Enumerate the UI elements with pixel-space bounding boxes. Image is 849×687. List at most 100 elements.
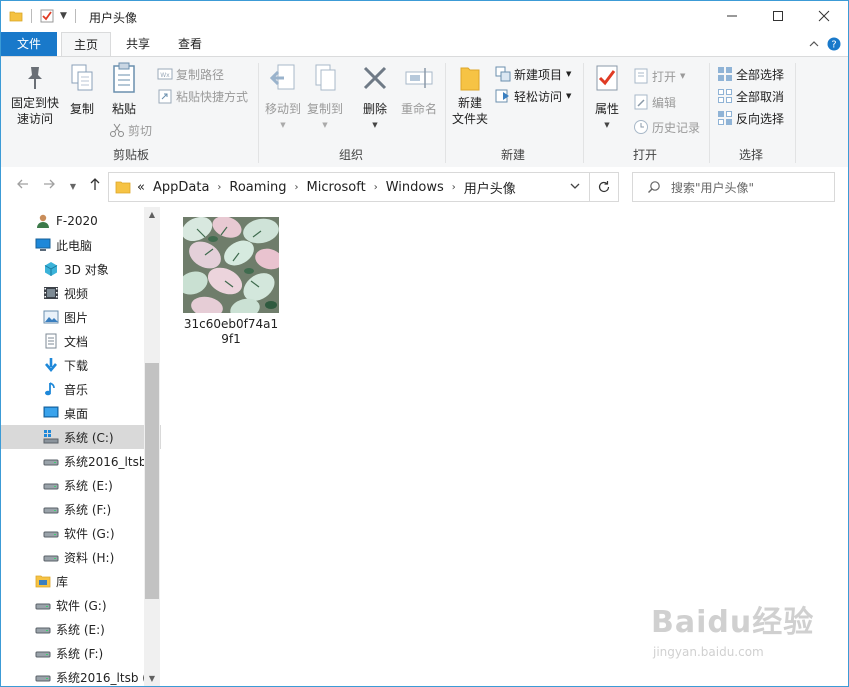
scroll-up-icon[interactable]: ▲ xyxy=(144,207,160,223)
nav-item[interactable]: 系统 (F:) xyxy=(1,497,161,521)
collapse-ribbon-icon[interactable] xyxy=(806,36,822,52)
minimize-button[interactable] xyxy=(709,1,755,31)
nav-item[interactable]: 系统 (F:) xyxy=(1,641,161,665)
select-all-icon xyxy=(717,66,733,82)
nav-item[interactable]: 此电脑 xyxy=(1,233,161,257)
copy-button[interactable]: 复制 xyxy=(65,61,99,117)
new-folder-button[interactable]: 新建 文件夹 xyxy=(449,61,491,127)
nav-item-label: 图片 xyxy=(64,310,89,325)
edit-button[interactable]: 编辑 xyxy=(633,92,676,112)
nav-item[interactable]: 系统 (C:) xyxy=(1,425,161,449)
drive-icon xyxy=(43,549,59,565)
recent-locations-button[interactable]: ▼ xyxy=(63,177,83,197)
tab-home[interactable]: 主页 xyxy=(61,32,111,57)
refresh-button[interactable] xyxy=(590,172,619,202)
drive-icon xyxy=(43,501,59,517)
properties-check-icon[interactable] xyxy=(40,9,54,23)
nav-item[interactable]: 图片 xyxy=(1,305,161,329)
nav-item[interactable]: 3D 对象 xyxy=(1,257,161,281)
qat-dropdown-icon[interactable]: ▼ xyxy=(60,11,67,21)
ribbon: 固定到快 速访问 复制 粘贴 Wx 复制路径 粘贴快捷方式 剪切 剪贴板 移动到… xyxy=(1,56,848,168)
open-button[interactable]: 打开 ▼ xyxy=(633,66,685,86)
svg-text:Wx: Wx xyxy=(160,72,170,79)
refresh-icon xyxy=(598,181,610,193)
breadcrumb-appdata[interactable]: AppData xyxy=(153,180,209,195)
nav-item[interactable]: 库 xyxy=(1,569,161,593)
copy-to-icon xyxy=(305,61,345,95)
paste-button[interactable]: 粘贴 xyxy=(105,61,143,117)
nav-item[interactable]: 文档 xyxy=(1,329,161,353)
nav-item-label: 系统 (C:) xyxy=(64,430,114,445)
tab-file[interactable]: 文件 xyxy=(1,32,57,56)
image-thumbnail[interactable] xyxy=(183,217,279,313)
breadcrumb-chevron-icon[interactable]: › xyxy=(452,182,456,193)
cut-button[interactable]: 剪切 xyxy=(109,120,152,140)
nav-item[interactable]: F-2020 xyxy=(1,209,161,233)
file-name: 31c60eb0f74a19f1 xyxy=(183,317,279,346)
select-none-button[interactable]: 全部取消 xyxy=(717,86,784,106)
up-button[interactable] xyxy=(85,177,105,197)
nav-item[interactable]: 视频 xyxy=(1,281,161,305)
tab-share[interactable]: 共享 xyxy=(113,32,163,56)
nav-item[interactable]: 系统2016_ltsb xyxy=(1,449,161,473)
svg-text:?: ? xyxy=(831,40,836,51)
nav-item[interactable]: 桌面 xyxy=(1,401,161,425)
nav-item[interactable]: 系统2016_ltsb (I xyxy=(1,665,161,686)
system-drive-icon xyxy=(43,429,59,445)
copy-to-button[interactable]: 复制到 ▼ xyxy=(305,61,345,133)
rename-button[interactable]: 重命名 xyxy=(397,61,441,117)
folder-icon[interactable] xyxy=(9,9,23,23)
history-label: 历史记录 xyxy=(652,120,701,135)
pin-quick-access-button[interactable]: 固定到快 速访问 xyxy=(7,61,63,127)
close-button[interactable] xyxy=(801,1,847,31)
breadcrumb-chevron-icon[interactable]: › xyxy=(295,182,299,193)
back-button[interactable] xyxy=(13,177,33,197)
search-box[interactable]: 搜索"用户头像" xyxy=(632,172,835,202)
copy-path-button[interactable]: Wx 复制路径 xyxy=(157,64,224,84)
invert-selection-button[interactable]: 反向选择 xyxy=(717,108,784,128)
new-item-button[interactable]: 新建项目 ▼ xyxy=(495,64,571,84)
nav-item[interactable]: 资料 (H:) xyxy=(1,545,161,569)
forward-button[interactable] xyxy=(39,177,59,197)
nav-item-label: 下载 xyxy=(64,358,89,373)
file-item[interactable]: 31c60eb0f74a19f1 xyxy=(181,217,281,347)
overflow-crumb[interactable]: « xyxy=(137,180,145,195)
tab-view[interactable]: 查看 xyxy=(165,32,215,56)
nav-item[interactable]: 系统 (E:) xyxy=(1,617,161,641)
nav-item[interactable]: 下载 xyxy=(1,353,161,377)
nav-item[interactable]: 软件 (G:) xyxy=(1,593,161,617)
breadcrumb-microsoft[interactable]: Microsoft xyxy=(307,180,366,195)
divider xyxy=(31,9,32,23)
nav-item-label: 系统2016_ltsb xyxy=(64,454,147,469)
nav-scrollbar[interactable]: ▲ ▼ xyxy=(144,207,160,686)
divider xyxy=(583,63,584,163)
breadcrumb-roaming[interactable]: Roaming xyxy=(229,180,286,195)
scroll-thumb[interactable] xyxy=(145,363,159,599)
breadcrumb-current[interactable]: 用户头像 xyxy=(464,178,516,197)
divider xyxy=(258,63,259,163)
help-icon[interactable]: ? xyxy=(826,36,842,52)
easy-access-button[interactable]: 轻松访问 ▼ xyxy=(495,86,571,106)
maximize-button[interactable] xyxy=(755,1,801,31)
move-to-label: 移动到 xyxy=(264,102,301,116)
drive-icon xyxy=(35,645,51,661)
copy-to-label: 复制到 xyxy=(306,102,343,116)
breadcrumb-chevron-icon[interactable]: › xyxy=(217,182,221,193)
divider xyxy=(709,63,710,163)
nav-item[interactable]: 音乐 xyxy=(1,377,161,401)
properties-button[interactable]: 属性 ▼ xyxy=(587,61,627,133)
nav-item[interactable]: 软件 (G:) xyxy=(1,521,161,545)
paste-shortcut-button[interactable]: 粘贴快捷方式 xyxy=(157,86,248,106)
history-icon xyxy=(633,119,649,135)
history-button[interactable]: 历史记录 xyxy=(633,117,700,137)
scroll-down-icon[interactable]: ▼ xyxy=(144,671,160,686)
nav-item[interactable]: 系统 (E:) xyxy=(1,473,161,497)
breadcrumb-windows[interactable]: Windows xyxy=(386,180,444,195)
breadcrumb-chevron-icon[interactable]: › xyxy=(374,182,378,193)
select-all-button[interactable]: 全部选择 xyxy=(717,64,784,84)
nav-item-label: 软件 (G:) xyxy=(56,598,107,613)
move-to-button[interactable]: 移动到 ▼ xyxy=(263,61,303,133)
address-dropdown-icon[interactable] xyxy=(569,180,581,196)
address-bar[interactable]: « AppData › Roaming › Microsoft › Window… xyxy=(108,172,590,202)
delete-button[interactable]: 删除 ▼ xyxy=(357,61,393,133)
